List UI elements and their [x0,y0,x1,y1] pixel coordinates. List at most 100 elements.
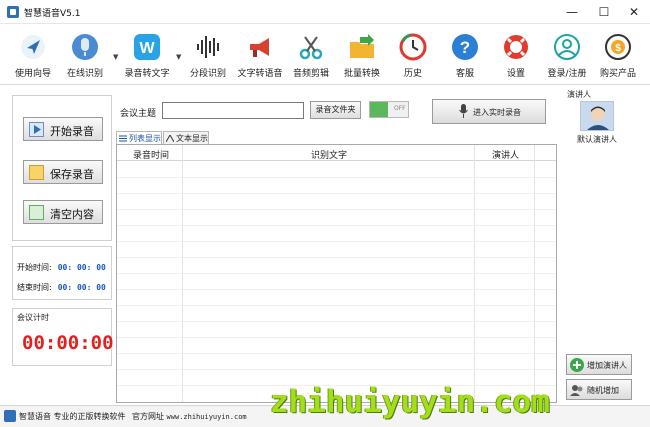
users-icon [570,385,583,396]
record-folder-button[interactable]: 录音文件夹 [310,101,361,119]
title-bar: 智慧语音V5.1 — ☐ ✕ [0,0,650,24]
column-divider [534,145,535,402]
toolbar-label: 批量转换 [343,69,380,79]
svg-text:W: W [139,40,155,57]
tab-label: 列表显示 [129,134,161,143]
topic-input[interactable] [162,102,304,119]
toolbar-label: 使用向导 [14,69,51,79]
time-panel: 开始时间: 00: 00: 00 结束时间: 00: 00: 00 [12,246,112,300]
end-time-row: 结束时间: 00: 00: 00 [17,282,106,293]
brand-text: 智慧语音 [19,412,51,421]
toolbar-customer-service[interactable]: ? 客服 [438,29,492,83]
row-divider [117,337,556,338]
add-speaker-button[interactable]: 增加演讲人 [566,354,632,375]
minimize-button[interactable]: — [560,4,584,20]
watermark-text: zhihuiyuyin.com [270,384,550,420]
toolbar-recording-to-text[interactable]: W 录音转文字 [120,29,174,83]
toolbar-settings[interactable]: 设置 [489,29,543,83]
speaker-panel: 演讲人 默认演讲人 增加演讲人 随机增加 [563,87,636,404]
lifebuoy-icon [504,35,528,59]
column-speaker[interactable]: 演讲人 [492,148,519,161]
status-website: 官方网址 www.zhihuiyuyin.com [132,411,247,422]
toolbar-label: 历史 [403,69,422,79]
clear-content-label: 清空内容 [50,208,94,221]
row-divider [117,209,556,210]
toolbar-text-to-speech[interactable]: 文字转语音 [233,29,287,83]
status-brand: 智慧语音 专业的正版转换软件 [19,411,126,422]
toolbar-label: 设置 [506,69,525,79]
toolbar-segment-recognition[interactable]: 分段识别 [181,29,235,83]
add-plus-icon [570,358,584,372]
maximize-button[interactable]: ☐ [592,4,616,20]
tab-text-view[interactable]: 文本显示 [163,131,209,145]
row-divider [117,305,556,306]
toolbar-online-recognition[interactable]: 在线识别 [58,29,112,83]
meeting-timer-label: 会议计时 [17,313,49,322]
help-question-icon: ? [452,34,478,60]
save-record-button[interactable]: 保存录音 [23,160,103,184]
realtime-record-label: 进入实时录音 [473,108,521,117]
toolbar-guide[interactable]: 使用向导 [6,29,60,83]
toolbar-audio-editing[interactable]: 音频剪辑 [284,29,338,83]
site-url[interactable]: www.zhihuiyuyin.com [167,413,247,421]
row-divider [117,289,556,290]
row-divider [117,273,556,274]
tab-label: 文本显示 [176,134,208,143]
row-divider [117,225,556,226]
tab-list-view[interactable]: 列表显示 [116,131,162,145]
microphone-icon [459,104,468,118]
purchase-coin-icon: $ [605,34,631,60]
column-record-time[interactable]: 录音时间 [133,148,169,161]
app-logo-icon [4,410,16,422]
start-record-button[interactable]: 开始录音 [23,117,103,141]
close-button[interactable]: ✕ [622,4,646,20]
save-record-label: 保存录音 [50,168,94,181]
add-speaker-label: 增加演讲人 [587,361,627,370]
megaphone-icon [250,38,269,57]
row-divider [117,353,556,354]
avatar[interactable] [580,101,614,131]
random-add-label: 随机增加 [587,386,619,395]
row-divider [117,321,556,322]
end-time-value: 00: 00: 00 [57,283,106,292]
user-circle-icon [554,34,580,60]
save-folder-icon [29,165,44,180]
realtime-record-button[interactable]: 进入实时录音 [432,99,546,124]
transcript-table[interactable]: 录音时间 识别文字 演讲人 [116,144,557,403]
toggle-off-label: OFF [394,105,406,112]
row-divider [117,193,556,194]
toolbar-purchase[interactable]: $ 购买产品 [591,29,645,83]
row-divider [117,177,556,178]
svg-text:?: ? [460,38,470,57]
default-speaker-label: 默认演讲人 [577,135,617,144]
meeting-timer-value: 00:00:00 [22,332,114,354]
clear-content-button[interactable]: 清空内容 [23,200,103,224]
toolbar-login-register[interactable]: 登录/注册 [540,29,594,83]
column-divider [182,145,183,402]
slogan-text: 专业的正版转换软件 [53,412,126,421]
microphone-icon [72,34,98,60]
toggle-knob [370,102,388,117]
speaker-title: 演讲人 [567,90,591,99]
topic-label: 会议主题 [120,109,157,119]
record-controls-panel: 开始录音 保存录音 清空内容 [12,95,112,241]
column-recognized-text[interactable]: 识别文字 [311,148,347,161]
person-avatar-icon [581,102,613,130]
meeting-timer-panel: 会议计时 00:00:00 [12,308,114,366]
clear-trash-icon [29,205,44,220]
toolbar-history[interactable]: 历史 [386,29,440,83]
folder-arrow-icon [350,34,374,58]
history-clock-icon [399,33,427,61]
toolbar-label: 客服 [455,69,474,79]
random-add-button[interactable]: 随机增加 [566,379,632,400]
start-record-label: 开始录音 [50,125,94,138]
row-divider [117,241,556,242]
toggle-switch[interactable]: OFF [369,101,409,118]
main-toolbar: 使用向导 在线识别 ▼ W 录音转文字 ▼ 分段识别 文字转语音 音频剪辑 批量… [0,25,650,85]
start-time-label: 开始时间: [17,263,52,272]
toolbar-label: 在线识别 [66,69,103,79]
w-letter-icon: W [134,34,160,60]
toolbar-batch-convert[interactable]: 批量转换 [335,29,389,83]
svg-text:$: $ [615,43,621,54]
text-a-icon [166,135,174,142]
